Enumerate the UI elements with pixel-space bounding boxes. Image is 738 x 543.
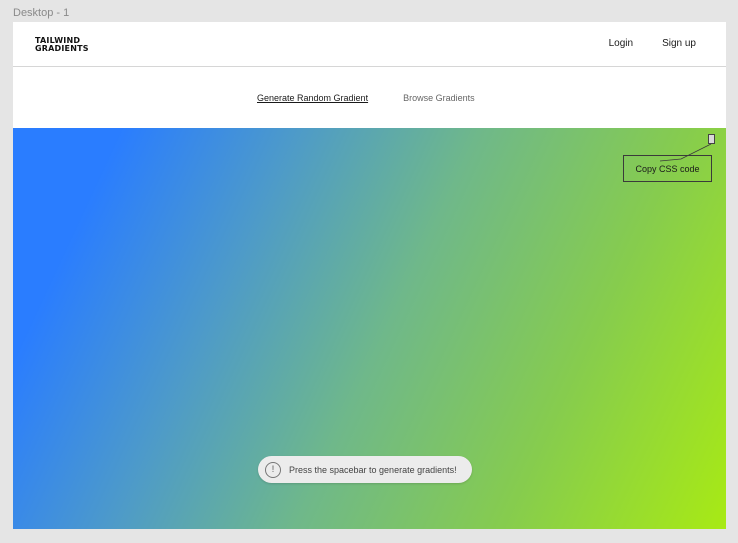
copy-css-button[interactable]: Copy CSS code (623, 155, 712, 182)
login-link[interactable]: Login (609, 38, 633, 49)
gradient-preview[interactable]: Copy CSS code ! Press the spacebar to ge… (13, 128, 726, 529)
logo-line-2: GRADIENTS (35, 44, 89, 53)
logo[interactable]: TAILWIND GRADIENTS (35, 37, 89, 53)
tab-generate-random-gradient[interactable]: Generate Random Gradient (257, 93, 368, 103)
info-icon: ! (265, 461, 281, 478)
tab-browse-gradients[interactable]: Browse Gradients (403, 93, 475, 103)
top-navbar: TAILWIND GRADIENTS Login Sign up (13, 22, 726, 67)
desktop-frame: TAILWIND GRADIENTS Login Sign up Generat… (13, 22, 726, 529)
auth-links: Login Sign up (609, 38, 696, 49)
spacebar-hint-toast: ! Press the spacebar to generate gradien… (258, 456, 472, 483)
toast-message: Press the spacebar to generate gradients… (289, 464, 457, 475)
sub-navigation: Generate Random Gradient Browse Gradient… (13, 68, 726, 128)
frame-label: Desktop - 1 (13, 7, 70, 19)
signup-link[interactable]: Sign up (662, 38, 696, 49)
copy-css-handle[interactable] (708, 134, 715, 144)
tooltip-connector (659, 143, 712, 162)
